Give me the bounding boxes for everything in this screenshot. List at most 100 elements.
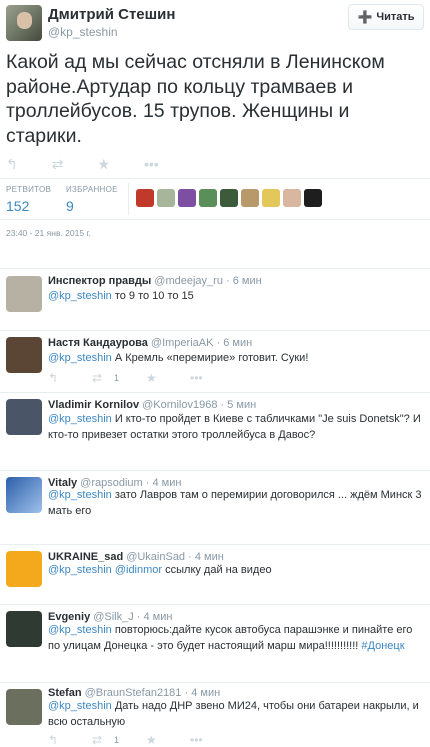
reply-text: @kp_steshin Дать надо ДНР звено МИ24, чт… [48,699,426,730]
favorites-count: 9 [66,198,74,214]
avatar[interactable] [283,189,301,207]
avatar[interactable] [6,551,42,587]
mention-link[interactable]: @kp_steshin [48,352,112,364]
avatar[interactable] [6,689,42,725]
more-icon[interactable]: ••• [190,371,210,385]
author-name[interactable]: Дмитрий Стешин [48,6,175,23]
reply-tweet: UKRAINE_sad @UkainSad · 4 мин @kp_steshin… [0,544,430,600]
tweet-timestamp[interactable]: 23:40 - 21 янв. 2015 г. [6,228,91,238]
retweet-count: 1 [114,735,120,745]
author-handle[interactable]: @kp_steshin [48,25,118,39]
retweets-count: 152 [6,198,30,214]
avatar[interactable] [6,399,42,435]
reply-text: @kp_steshin А Кремль «перемирие» готовит… [48,351,426,367]
mention-link[interactable]: @kp_steshin [48,700,112,712]
reply-tweet: Vladimir Kornilov @Kornilov1968 · 5 мин @… [0,392,430,464]
reply-header: Инспектор правды @mdeejay_ru · 6 мин [48,275,262,287]
reply-time[interactable]: · 5 мин [221,399,257,411]
reply-author-handle[interactable]: @mdeejay_ru [154,275,223,287]
reply-author-name[interactable]: Инспектор правды [48,275,151,287]
mention-link[interactable]: @kp_steshin [48,413,112,425]
avatar[interactable] [199,189,217,207]
mention-link[interactable]: @kp_steshin [48,624,112,636]
reply-actions: ↰ ⇄ 1 ★ ••• [48,733,210,747]
tweet-actions: ↰ ⇄ ★ ••• [6,156,159,173]
mention-link[interactable]: @kp_steshin [48,564,112,576]
reply-author-name[interactable]: UKRAINE_sad [48,551,123,563]
reply-icon[interactable]: ↰ [6,156,18,173]
reply-author-name[interactable]: Vladimir Kornilov [48,399,139,411]
reply-author-handle[interactable]: @Kornilov1968 [142,399,217,411]
avatar[interactable] [6,337,42,373]
avatar[interactable] [136,189,154,207]
reply-time[interactable]: · 4 мин [184,687,220,699]
avatar[interactable] [6,611,42,647]
reply-text: @kp_steshin повторюсь:дайте кусок автобу… [48,623,426,654]
reply-text: @kp_steshin @idinmor ссылку дай на видео [48,563,426,579]
reply-tweet: Evgeniy @Silk_J · 4 мин @kp_steshin повто… [0,604,430,680]
reply-actions: ↰ ⇄ 1 ★ ••• [48,371,210,385]
reply-author-handle[interactable]: @Silk_J [93,611,134,623]
retweet-count: 1 [114,373,120,383]
tweet-text: Какой ад мы сейчас отсняли в Ленинском р… [6,51,385,147]
reply-body: то 9 то 10 то 15 [111,290,194,302]
avatar[interactable] [6,477,42,513]
hashtag-link[interactable]: #Донецк [361,640,404,652]
author-avatar[interactable] [6,5,42,41]
reply-time[interactable]: · 4 мин [188,551,224,563]
reply-header: UKRAINE_sad @UkainSad · 4 мин [48,551,224,563]
avatar[interactable] [157,189,175,207]
more-icon[interactable]: ••• [144,156,159,173]
more-icon[interactable]: ••• [190,733,210,747]
reply-author-handle[interactable]: @ImperiaAK [151,337,214,349]
reply-icon[interactable]: ↰ [48,733,92,747]
retweet-icon[interactable]: ⇄ [92,371,114,385]
mention-link[interactable]: @kp_steshin [48,489,112,501]
reply-text: @kp_steshin зато Лавров там о перемирии … [48,488,426,519]
star-icon[interactable]: ★ [146,733,190,747]
star-icon[interactable]: ★ [146,371,190,385]
reply-time[interactable]: · 6 мин [217,337,253,349]
reply-author-handle[interactable]: @UkainSad [126,551,185,563]
reply-text: @kp_steshin И кто-то пройдет в Киеве с т… [48,412,426,443]
reply-icon[interactable]: ↰ [48,371,92,385]
reply-tweet: Инспектор правды @mdeejay_ru · 6 мин @kp_… [0,268,430,322]
favorites-stat[interactable]: ИЗБРАННОЕ 9 [66,185,118,214]
favoriters-avatars [136,189,322,207]
retweets-stat[interactable]: РЕТВИТОВ 152 [6,185,51,214]
stats-divider [128,183,129,215]
tweet-stats: РЕТВИТОВ 152 ИЗБРАННОЕ 9 [0,178,430,220]
reply-header: Vladimir Kornilov @Kornilov1968 · 5 мин [48,399,256,411]
reply-author-handle[interactable]: @BraunStefan2181 [85,687,182,699]
reply-header: Stefan @BraunStefan2181 · 4 мин [48,687,220,699]
favorites-label: ИЗБРАННОЕ [66,185,118,194]
retweet-icon[interactable]: ⇄ [92,733,114,747]
follow-person-icon: ➕ [357,10,373,24]
reply-author-name[interactable]: Stefan [48,687,82,699]
reply-author-name[interactable]: Настя Кандаурова [48,337,148,349]
avatar[interactable] [220,189,238,207]
retweets-label: РЕТВИТОВ [6,185,52,194]
reply-time[interactable]: · 4 мин [137,611,173,623]
avatar[interactable] [304,189,322,207]
mention-link[interactable]: @idinmor [115,564,162,576]
reply-text: @kp_steshin то 9 то 10 то 15 [48,289,426,305]
retweet-icon[interactable]: ⇄ [52,156,64,173]
reply-time[interactable]: · 6 мин [226,275,262,287]
reply-tweet: Настя Кандаурова @ImperiaAK · 6 мин @kp_s… [0,330,430,390]
mention-link[interactable]: @kp_steshin [48,290,112,302]
follow-button-label: Читать [376,11,415,23]
reply-header: Evgeniy @Silk_J · 4 мин [48,611,172,623]
star-icon[interactable]: ★ [97,156,110,173]
reply-author-name[interactable]: Evgeniy [48,611,90,623]
reply-body: А Кремль «перемирие» готовит. Суки! [111,352,309,364]
avatar[interactable] [262,189,280,207]
reply-body: ссылку дай на видео [162,564,272,576]
avatar[interactable] [6,276,42,312]
reply-header: Настя Кандаурова @ImperiaAK · 6 мин [48,337,252,349]
reply-tweet: Stefan @BraunStefan2181 · 4 мин @kp_stesh… [0,682,430,747]
avatar[interactable] [178,189,196,207]
follow-button[interactable]: ➕ Читать [348,4,424,30]
avatar[interactable] [241,189,259,207]
main-tweet: Дмитрий Стешин @kp_steshin ➕ Читать Како… [0,0,430,254]
